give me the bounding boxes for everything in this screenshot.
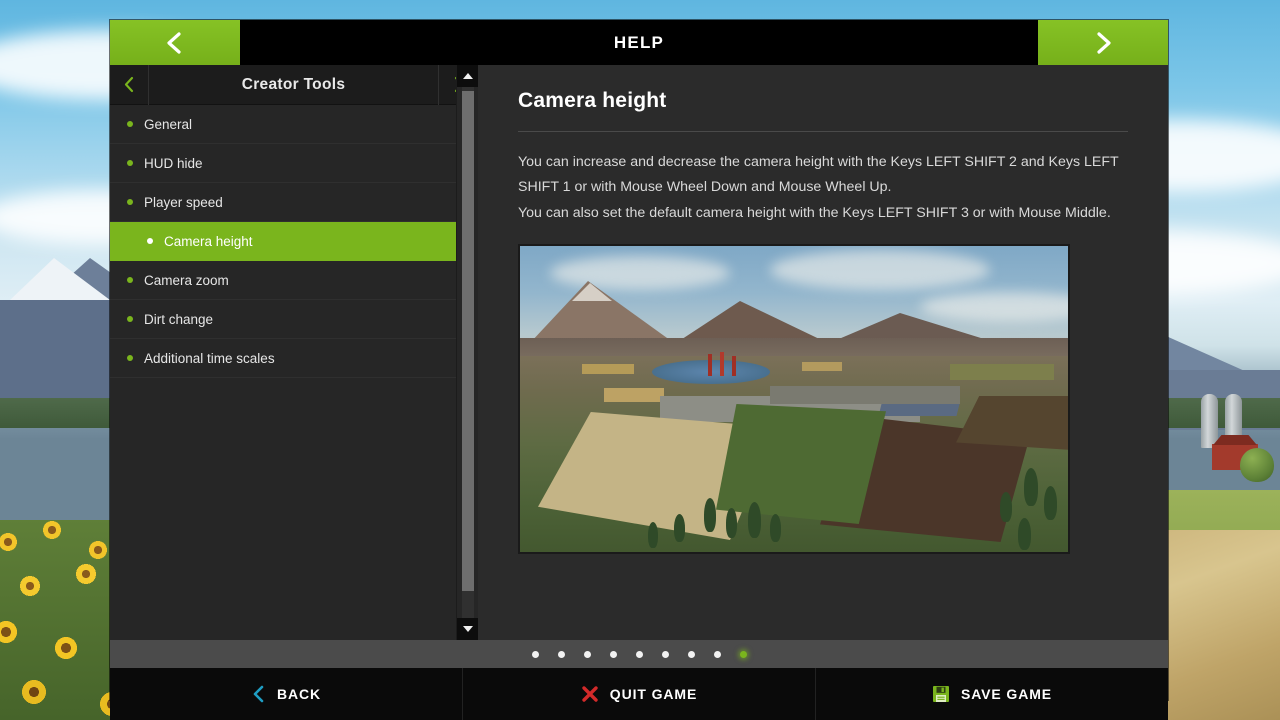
triangle-up-icon: [463, 73, 473, 79]
triangle-down-icon: [463, 626, 473, 632]
content-paragraph: You can increase and decrease the camera…: [518, 154, 1119, 195]
title-divider: [518, 131, 1128, 132]
tree: [648, 522, 658, 548]
sidebar-item-label: General: [144, 116, 193, 132]
chevron-right-icon: [1097, 31, 1111, 54]
sidebar-item-label: Camera height: [164, 233, 253, 249]
farmyard-area: [770, 386, 960, 404]
scroll-up-button[interactable]: [457, 65, 479, 87]
chevron-left-icon: [253, 685, 264, 703]
back-button-label: BACK: [276, 686, 322, 702]
field-plot: [604, 388, 664, 402]
sidebar-prev-button[interactable]: [110, 65, 148, 105]
tree: [748, 502, 761, 538]
tree: [1024, 468, 1038, 506]
next-page-button[interactable]: [1038, 20, 1168, 65]
crane-structure: [732, 356, 736, 376]
content-panel: Camera height You can increase and decre…: [478, 65, 1168, 640]
page-dot[interactable]: [635, 650, 643, 658]
back-button[interactable]: BACK: [110, 668, 463, 720]
tree: [1018, 518, 1031, 550]
bullet-icon: [127, 277, 133, 283]
bullet-icon: [127, 355, 133, 361]
crane-structure: [720, 352, 724, 376]
sidebar-item-player-speed[interactable]: Player speed: [110, 183, 477, 222]
page-dot[interactable]: [661, 650, 669, 658]
page-dot[interactable]: [687, 650, 695, 658]
chevron-left-icon: [124, 76, 133, 93]
tree: [726, 508, 737, 538]
cross-icon: [582, 686, 598, 702]
save-game-button-label: SAVE GAME: [960, 686, 1053, 702]
quit-game-button[interactable]: QUIT GAME: [463, 668, 816, 720]
tree: [1044, 486, 1057, 520]
dialog-header: HELP: [110, 20, 1168, 65]
sidebar-title: Creator Tools: [241, 75, 346, 93]
bullet-icon: [127, 160, 133, 166]
sidebar-item-label: Dirt change: [144, 311, 214, 327]
sidebar-item-hud-hide[interactable]: HUD hide: [110, 144, 477, 183]
sidebar-item-label: Player speed: [144, 194, 223, 210]
bullet-icon: [127, 199, 133, 205]
sidebar-item-list: General HUD hide Player speed Camera hei…: [110, 105, 477, 378]
cloud-shape: [770, 250, 990, 290]
mountain-snowcap: [572, 280, 612, 301]
tree: [1000, 492, 1012, 522]
farm-building: [878, 404, 960, 416]
tree: [1240, 448, 1274, 482]
sidebar-item-additional-time-scales[interactable]: Additional time scales: [110, 339, 477, 378]
sidebar-item-label: HUD hide: [144, 155, 203, 171]
page-dot[interactable]: [557, 650, 565, 658]
tree: [674, 514, 685, 542]
page-dot-active[interactable]: [739, 650, 747, 658]
page-dot[interactable]: [609, 650, 617, 658]
chevron-left-icon: [167, 31, 181, 54]
tree: [704, 498, 716, 532]
page-dot[interactable]: [531, 650, 539, 658]
help-dialog: HELP Creator Tools General HUD hide Play…: [110, 20, 1168, 720]
page-title: HELP: [613, 32, 665, 52]
page-dot[interactable]: [713, 650, 721, 658]
sidebar-item-general[interactable]: General: [110, 105, 477, 144]
tree: [770, 514, 781, 542]
scroll-down-button[interactable]: [457, 618, 479, 640]
floppy-disk-icon: [932, 686, 949, 702]
bullet-icon: [127, 316, 133, 322]
dialog-body: Creator Tools General HUD hide Player sp…: [110, 64, 1168, 640]
content-title: Camera height: [518, 89, 667, 112]
content-paragraph: You can also set the default camera heig…: [518, 205, 1111, 221]
sidebar-scrollbar[interactable]: [456, 65, 479, 640]
quit-game-button-label: QUIT GAME: [609, 686, 698, 702]
bullet-icon: [147, 238, 153, 244]
silo: [1201, 394, 1218, 448]
sidebar-item-camera-zoom[interactable]: Camera zoom: [110, 261, 477, 300]
pagination-dots: [110, 640, 1168, 668]
page-dot[interactable]: [583, 650, 591, 658]
mountain-snowcap: [10, 258, 110, 300]
bullet-icon: [127, 121, 133, 127]
crane-structure: [708, 354, 712, 376]
scrollbar-thumb[interactable]: [462, 91, 474, 591]
sidebar-item-label: Additional time scales: [144, 350, 275, 366]
field-plot: [582, 364, 634, 374]
field-plot: [950, 364, 1054, 380]
help-illustration-image: [518, 244, 1070, 554]
field-plot: [802, 362, 842, 371]
sidebar-header: Creator Tools: [110, 64, 477, 105]
sidebar-item-dirt-change[interactable]: Dirt change: [110, 300, 477, 339]
save-game-button[interactable]: SAVE GAME: [816, 668, 1168, 720]
field-plot-grass: [716, 404, 886, 524]
sidebar: Creator Tools General HUD hide Player sp…: [110, 64, 479, 640]
sidebar-item-camera-height[interactable]: Camera height: [110, 222, 477, 261]
dialog-footer: BACK QUIT GAME SAVE GAME: [110, 668, 1168, 720]
sidebar-item-label: Camera zoom: [144, 272, 229, 288]
previous-page-button[interactable]: [110, 20, 240, 65]
